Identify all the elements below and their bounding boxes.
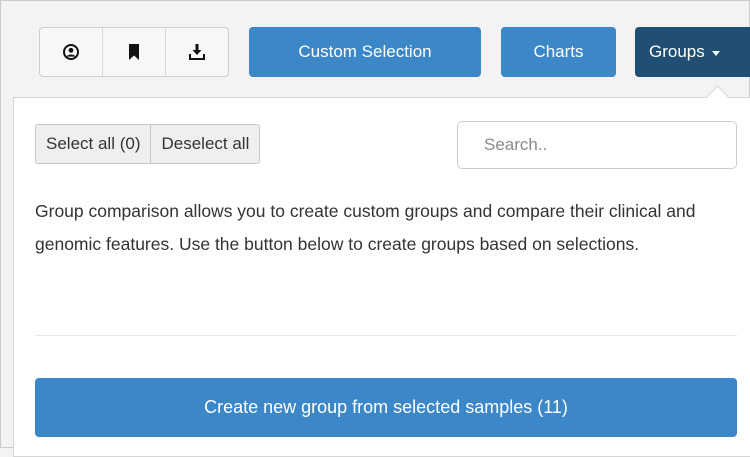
download-icon — [189, 44, 205, 60]
caret-down-icon — [711, 50, 720, 56]
charts-button[interactable]: Charts — [501, 27, 616, 77]
charts-label: Charts — [533, 42, 584, 61]
create-group-label: Create new group from selected samples (… — [204, 397, 568, 417]
bookmark-icon — [128, 44, 140, 60]
groups-label: Groups — [649, 42, 705, 61]
group-comparison-description: Group comparison allows you to create cu… — [35, 201, 696, 254]
create-group-button[interactable]: Create new group from selected samples (… — [35, 378, 737, 437]
groups-dropdown-button[interactable]: Groups — [635, 27, 750, 77]
custom-selection-label: Custom Selection — [298, 42, 432, 61]
select-all-button[interactable]: Select all (0) — [36, 125, 152, 163]
bookmark-button[interactable] — [103, 28, 166, 76]
toolbar-icon-group — [39, 27, 229, 77]
user-circle-icon — [63, 44, 79, 60]
selection-button-group: Select all (0) Deselect all — [35, 124, 261, 164]
user-button[interactable] — [40, 28, 103, 76]
search-input[interactable] — [457, 121, 737, 169]
divider — [35, 335, 737, 336]
download-button[interactable] — [166, 28, 228, 76]
custom-selection-button[interactable]: Custom Selection — [249, 27, 481, 77]
app-frame: Custom Selection Charts Groups Select al… — [0, 0, 750, 457]
deselect-all-button[interactable]: Deselect all — [151, 125, 259, 163]
